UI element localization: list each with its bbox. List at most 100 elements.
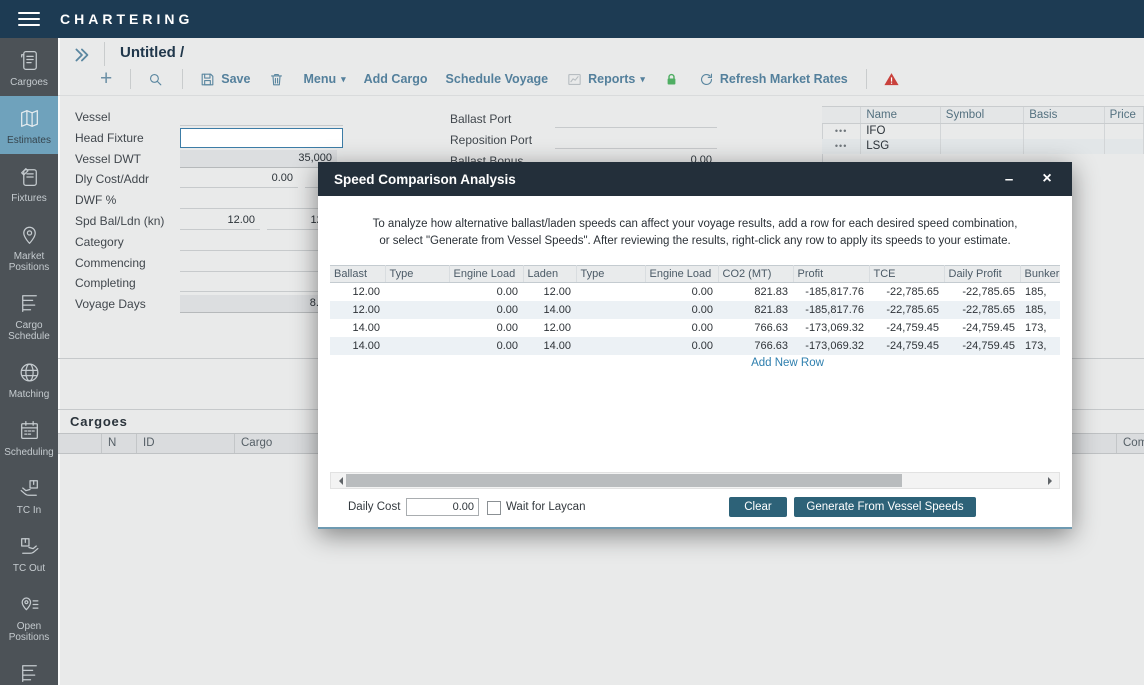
- speed-cell[interactable]: [385, 319, 449, 337]
- speed-cell[interactable]: 0.00: [645, 283, 718, 302]
- speed-cell[interactable]: 12.00: [330, 283, 385, 302]
- speed-cell[interactable]: -24,759.45: [869, 319, 944, 337]
- sidebar-item-tc-in[interactable]: TC In: [0, 466, 58, 524]
- speed-col-engine-load[interactable]: Engine Load: [645, 266, 718, 283]
- row-handle-icon[interactable]: •••: [822, 124, 861, 139]
- speed-col-engine-load[interactable]: Engine Load: [449, 266, 523, 283]
- add-new-row-link[interactable]: Add New Row: [330, 357, 1060, 369]
- sidebar-item-open-positions[interactable]: Open Positions: [0, 582, 58, 651]
- speed-cell[interactable]: 12.00: [523, 283, 576, 302]
- new-estimate-button[interactable]: +: [100, 69, 112, 89]
- scrollbar-thumb[interactable]: [346, 474, 902, 487]
- field-head-fixture[interactable]: [180, 128, 343, 148]
- validation-warning-icon[interactable]: [883, 71, 900, 88]
- clear-button[interactable]: Clear: [729, 497, 787, 517]
- market-rate-row-lsg[interactable]: •••LSG: [822, 139, 1144, 154]
- speed-cell[interactable]: [385, 301, 449, 319]
- expand-panel-icon[interactable]: [70, 44, 92, 71]
- generate-from-vessel-speeds-button[interactable]: Generate From Vessel Speeds: [794, 497, 976, 517]
- speed-cell[interactable]: -185,817.76: [793, 301, 869, 319]
- field-spd-bal-ldn-kn-[interactable]: 12.00: [180, 212, 260, 230]
- daily-cost-input[interactable]: [406, 498, 479, 516]
- field-ballast-port[interactable]: [555, 110, 717, 128]
- wait-for-laycan-checkbox[interactable]: [487, 501, 501, 515]
- speed-col-type[interactable]: Type: [385, 266, 449, 283]
- speed-cell[interactable]: -24,759.45: [944, 319, 1020, 337]
- speed-cell[interactable]: 14.00: [330, 319, 385, 337]
- sidebar-item-estimates[interactable]: Estimates: [0, 96, 58, 154]
- speed-cell[interactable]: 14.00: [523, 301, 576, 319]
- speed-cell[interactable]: 185,: [1020, 301, 1060, 319]
- speed-cell[interactable]: -22,785.65: [944, 283, 1020, 302]
- speed-cell[interactable]: 766.63: [718, 337, 793, 355]
- sidebar-item-cargoes[interactable]: Cargoes: [0, 38, 58, 96]
- scroll-left-arrow-icon[interactable]: [331, 473, 346, 488]
- speed-cell[interactable]: 12.00: [330, 301, 385, 319]
- speed-table-row[interactable]: 12.000.0012.000.00821.83-185,817.76-22,7…: [330, 283, 1060, 302]
- sidebar-item-scheduling[interactable]: Scheduling: [0, 408, 58, 466]
- speed-cell[interactable]: 185,: [1020, 283, 1060, 302]
- speed-cell[interactable]: -22,785.65: [944, 301, 1020, 319]
- scroll-right-arrow-icon[interactable]: [1044, 473, 1059, 488]
- speed-cell[interactable]: [576, 319, 645, 337]
- schedule-voyage-button[interactable]: Schedule Voyage: [446, 72, 549, 86]
- market-rate-row-ifo[interactable]: •••IFO: [822, 124, 1144, 139]
- speed-cell[interactable]: 0.00: [645, 301, 718, 319]
- speed-cell[interactable]: -173,069.32: [793, 319, 869, 337]
- speed-table-row[interactable]: 12.000.0014.000.00821.83-185,817.76-22,7…: [330, 301, 1060, 319]
- sidebar-item-clipped[interactable]: [0, 651, 58, 685]
- speed-col-laden[interactable]: Laden: [523, 266, 576, 283]
- speed-table-row[interactable]: 14.000.0014.000.00766.63-173,069.32-24,7…: [330, 337, 1060, 355]
- save-button[interactable]: Save: [199, 71, 250, 88]
- hamburger-menu-icon[interactable]: [18, 8, 40, 30]
- scrollbar-track[interactable]: [346, 473, 1044, 488]
- speed-cell[interactable]: 0.00: [449, 337, 523, 355]
- speed-col-co2-mt-[interactable]: CO2 (MT): [718, 266, 793, 283]
- speed-cell[interactable]: [576, 283, 645, 302]
- sidebar-item-market-positions[interactable]: Market Positions: [0, 212, 58, 281]
- modal-header[interactable]: Speed Comparison Analysis – ×: [318, 162, 1072, 196]
- delete-button[interactable]: [268, 71, 285, 88]
- speed-col-profit[interactable]: Profit: [793, 266, 869, 283]
- field-vessel[interactable]: [180, 108, 343, 126]
- field-dwf-[interactable]: [180, 191, 337, 209]
- sidebar-item-matching[interactable]: Matching: [0, 350, 58, 408]
- speed-col-tce[interactable]: TCE: [869, 266, 944, 283]
- reports-button[interactable]: Reports▾: [566, 71, 645, 88]
- refresh-market-rates-button[interactable]: Refresh Market Rates: [698, 71, 848, 88]
- speed-cell[interactable]: 821.83: [718, 301, 793, 319]
- speed-cell[interactable]: -173,069.32: [793, 337, 869, 355]
- speed-cell[interactable]: [576, 337, 645, 355]
- speed-cell[interactable]: 14.00: [330, 337, 385, 355]
- sidebar-item-tc-out[interactable]: TC Out: [0, 524, 58, 582]
- speed-cell[interactable]: 14.00: [523, 337, 576, 355]
- menu-button[interactable]: Menu▾: [303, 72, 345, 86]
- speed-cell[interactable]: -185,817.76: [793, 283, 869, 302]
- minimize-icon[interactable]: –: [994, 171, 1024, 188]
- horizontal-scrollbar[interactable]: [330, 472, 1060, 489]
- speed-cell[interactable]: -22,785.65: [869, 283, 944, 302]
- speed-cell[interactable]: 0.00: [645, 319, 718, 337]
- speed-cell[interactable]: 766.63: [718, 319, 793, 337]
- speed-cell[interactable]: -24,759.45: [869, 337, 944, 355]
- field-dly-cost-addr[interactable]: 0.00: [180, 170, 298, 188]
- speed-cell[interactable]: 0.00: [645, 337, 718, 355]
- search-icon[interactable]: [147, 71, 164, 88]
- speed-cell[interactable]: 0.00: [449, 301, 523, 319]
- speed-col-daily-profit[interactable]: Daily Profit: [944, 266, 1020, 283]
- speed-table-row[interactable]: 14.000.0012.000.00766.63-173,069.32-24,7…: [330, 319, 1060, 337]
- sidebar-item-cargo-schedule[interactable]: Cargo Schedule: [0, 281, 58, 350]
- row-handle-icon[interactable]: •••: [822, 139, 861, 154]
- close-icon[interactable]: ×: [1032, 170, 1062, 188]
- speed-col-ballast[interactable]: Ballast: [330, 266, 385, 283]
- speed-cell[interactable]: 0.00: [449, 319, 523, 337]
- speed-cell[interactable]: 0.00: [449, 283, 523, 302]
- speed-cell[interactable]: -22,785.65: [869, 301, 944, 319]
- speed-cell[interactable]: 173,: [1020, 337, 1060, 355]
- field-reposition-port[interactable]: [555, 131, 717, 149]
- speed-col-bunker[interactable]: Bunker: [1020, 266, 1060, 283]
- speed-cell[interactable]: 12.00: [523, 319, 576, 337]
- speed-cell[interactable]: 821.83: [718, 283, 793, 302]
- speed-cell[interactable]: -24,759.45: [944, 337, 1020, 355]
- speed-cell[interactable]: 173,: [1020, 319, 1060, 337]
